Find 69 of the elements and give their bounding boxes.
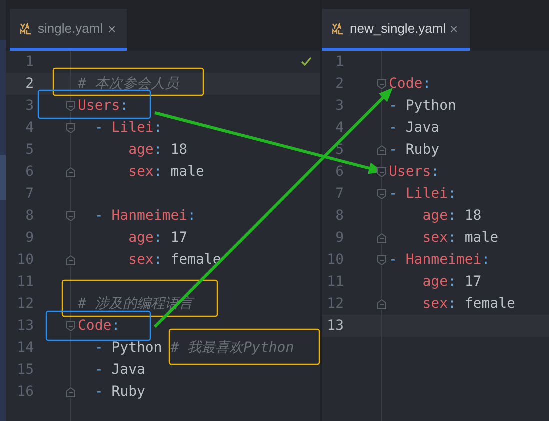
code-line: - Ruby (389, 142, 440, 158)
code-line: - Python (389, 98, 456, 114)
code-line: sex: male (422, 230, 499, 246)
line-number: 6 (334, 164, 344, 180)
line-number: 1 (24, 54, 34, 70)
code-line: age: 18 (422, 208, 482, 224)
code-line: - Java (389, 120, 440, 136)
code-line: Users: (389, 164, 440, 180)
fold-marker-icon[interactable] (377, 166, 387, 178)
line-number: 5 (24, 142, 34, 158)
code-line: sex: female (422, 296, 516, 312)
line-number: 9 (24, 230, 34, 246)
code-line: sex: female (128, 252, 222, 268)
close-button[interactable]: × (108, 21, 116, 37)
code-line: age: 17 (128, 230, 188, 246)
line-number: 2 (334, 76, 344, 92)
code-line: age: 17 (422, 274, 482, 290)
line-number: 13 (326, 318, 344, 334)
fold-marker-icon[interactable] (377, 144, 387, 156)
fold-marker-icon[interactable] (66, 386, 76, 398)
fold-marker-icon[interactable] (66, 122, 76, 134)
code-line: - Java (94, 362, 146, 378)
fold-marker-icon[interactable] (377, 188, 387, 200)
fold-marker-icon[interactable] (66, 100, 76, 112)
line-number: 3 (334, 98, 344, 114)
line-number: 11 (16, 274, 34, 290)
line-number: 8 (24, 208, 34, 224)
yaml-file-icon (20, 22, 32, 34)
code-line: - Lilei: (389, 186, 456, 202)
code-line: - Python # 我最喜欢Python (94, 339, 294, 357)
line-number: 8 (334, 208, 344, 224)
line-number: 6 (24, 164, 34, 180)
line-number: 1 (334, 54, 344, 70)
line-number: 9 (334, 230, 344, 246)
line-number: 12 (16, 296, 34, 312)
line-number: 14 (16, 340, 34, 356)
fold-marker-icon[interactable] (66, 320, 76, 332)
fold-marker-icon[interactable] (377, 298, 387, 310)
code-line: - Ruby (94, 384, 146, 400)
code-line: - Lilei: (94, 120, 162, 136)
code-line: Code: (78, 318, 120, 334)
code-line: sex: male (128, 164, 204, 180)
line-number: 4 (24, 120, 34, 136)
code-comment: # 本次参会人员 (78, 75, 179, 93)
fold-marker-icon[interactable] (377, 254, 387, 266)
yaml-file-icon (332, 22, 344, 34)
code-line: age: 18 (128, 142, 188, 158)
line-number: 7 (334, 186, 344, 202)
line-number: 16 (16, 384, 34, 400)
fold-marker-icon[interactable] (66, 210, 76, 222)
code-line: - Hanmeimei: (94, 208, 196, 224)
line-number: 7 (24, 186, 34, 202)
line-number: 10 (326, 252, 344, 268)
line-number: 13 (16, 318, 34, 334)
fold-marker-icon[interactable] (377, 78, 387, 90)
line-number: 2 (24, 76, 34, 92)
code-line: Code: (389, 76, 432, 92)
line-number: 4 (334, 120, 344, 136)
line-number: 11 (326, 274, 344, 290)
code-line: - Hanmeimei: (389, 252, 490, 268)
line-number: 15 (16, 362, 34, 378)
line-number: 12 (326, 296, 344, 312)
line-number: 10 (16, 252, 34, 268)
code-line: Users: (78, 98, 129, 114)
fold-marker-icon[interactable] (66, 254, 76, 266)
close-button[interactable]: × (450, 21, 458, 37)
fold-marker-icon[interactable] (377, 232, 387, 244)
line-number: 3 (24, 98, 34, 114)
fold-marker-icon[interactable] (66, 166, 76, 178)
